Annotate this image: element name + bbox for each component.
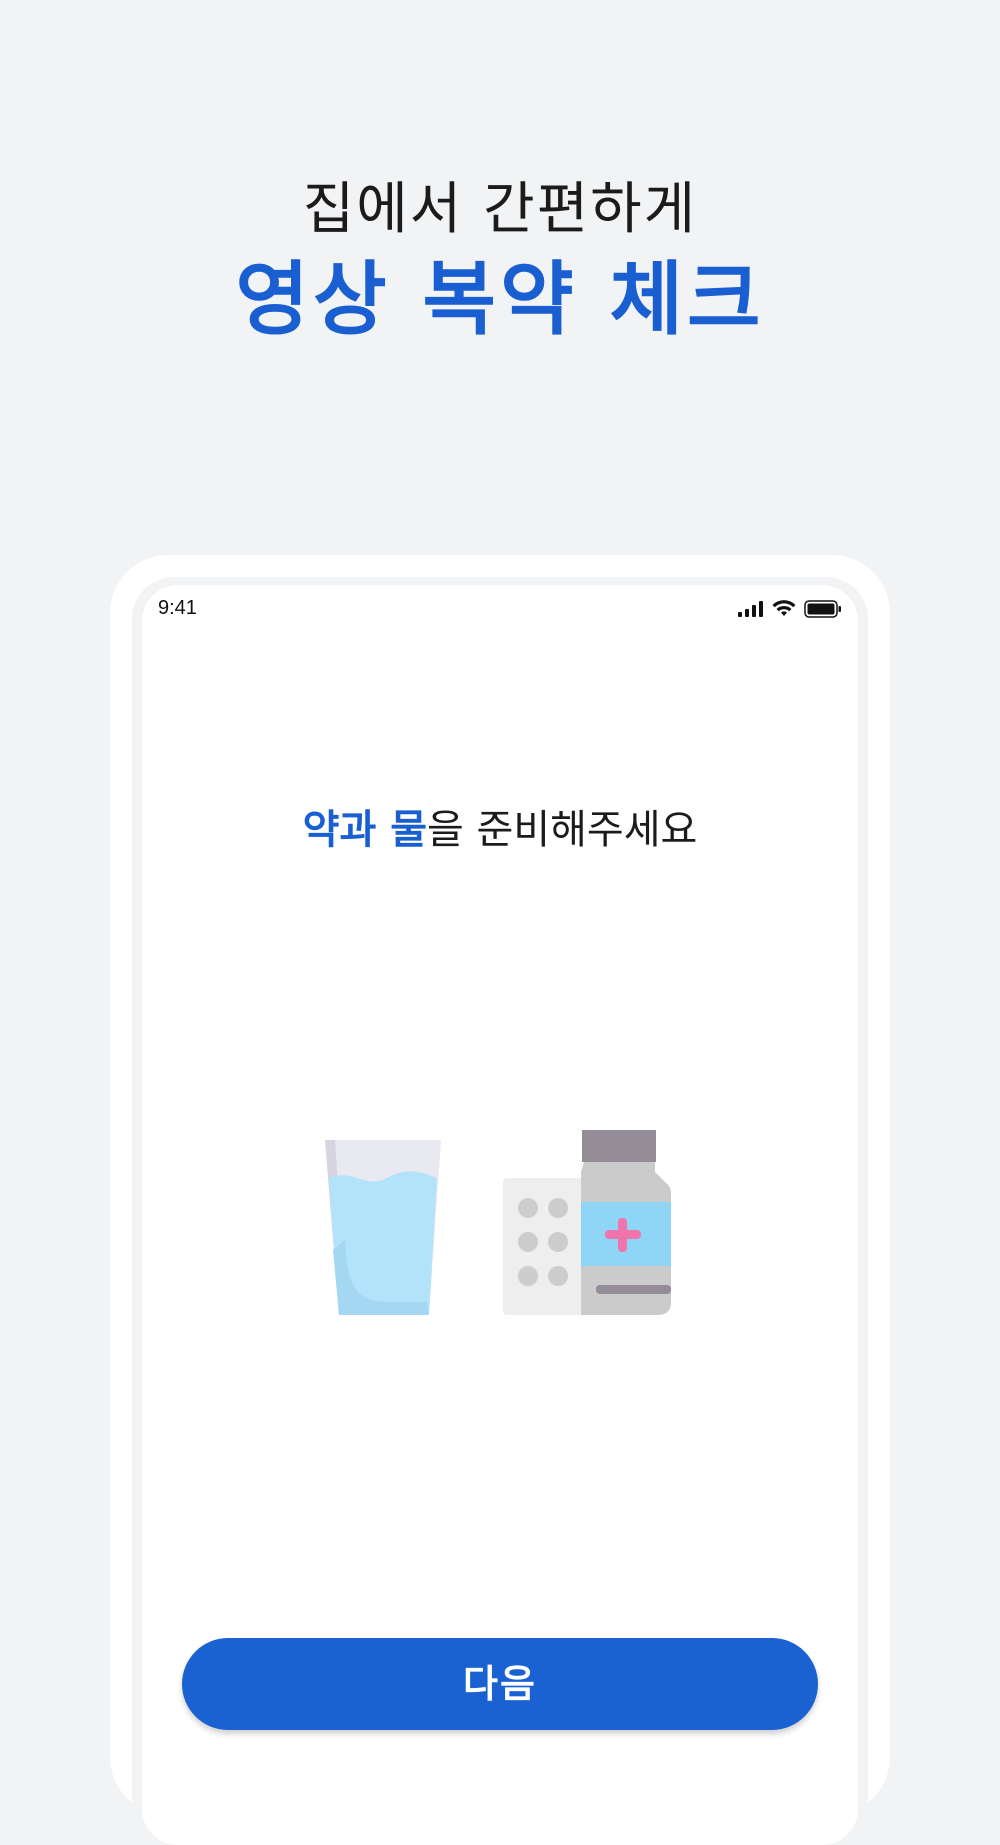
status-bar: 9:41 bbox=[142, 585, 858, 635]
next-button[interactable]: 다음 bbox=[182, 1638, 818, 1730]
medicine-bottle-icon bbox=[581, 1130, 671, 1315]
headline-subtitle: 집에서 간편하게 bbox=[302, 177, 698, 242]
headline-title: 영상 복약 체크 bbox=[235, 253, 765, 346]
status-icons bbox=[738, 599, 842, 619]
water-glass-icon bbox=[325, 1140, 441, 1315]
status-time: 9:41 bbox=[158, 597, 197, 619]
medicine-illustration bbox=[325, 1130, 671, 1315]
signal-icon bbox=[738, 601, 763, 617]
phone-mockup: 9:41 약과 물을 준비해주세요 다음 bbox=[110, 555, 890, 1845]
instruction-text: 약과 물을 준비해주세요 bbox=[142, 800, 858, 860]
instruction-highlight: 약과 물 bbox=[302, 807, 427, 853]
instruction-rest: 을 준비해주세요 bbox=[427, 807, 698, 853]
wifi-icon bbox=[772, 600, 796, 616]
phone-screen: 9:41 약과 물을 준비해주세요 다음 bbox=[142, 585, 858, 1845]
battery-icon bbox=[804, 600, 841, 618]
pill-blister-icon bbox=[503, 1178, 587, 1315]
